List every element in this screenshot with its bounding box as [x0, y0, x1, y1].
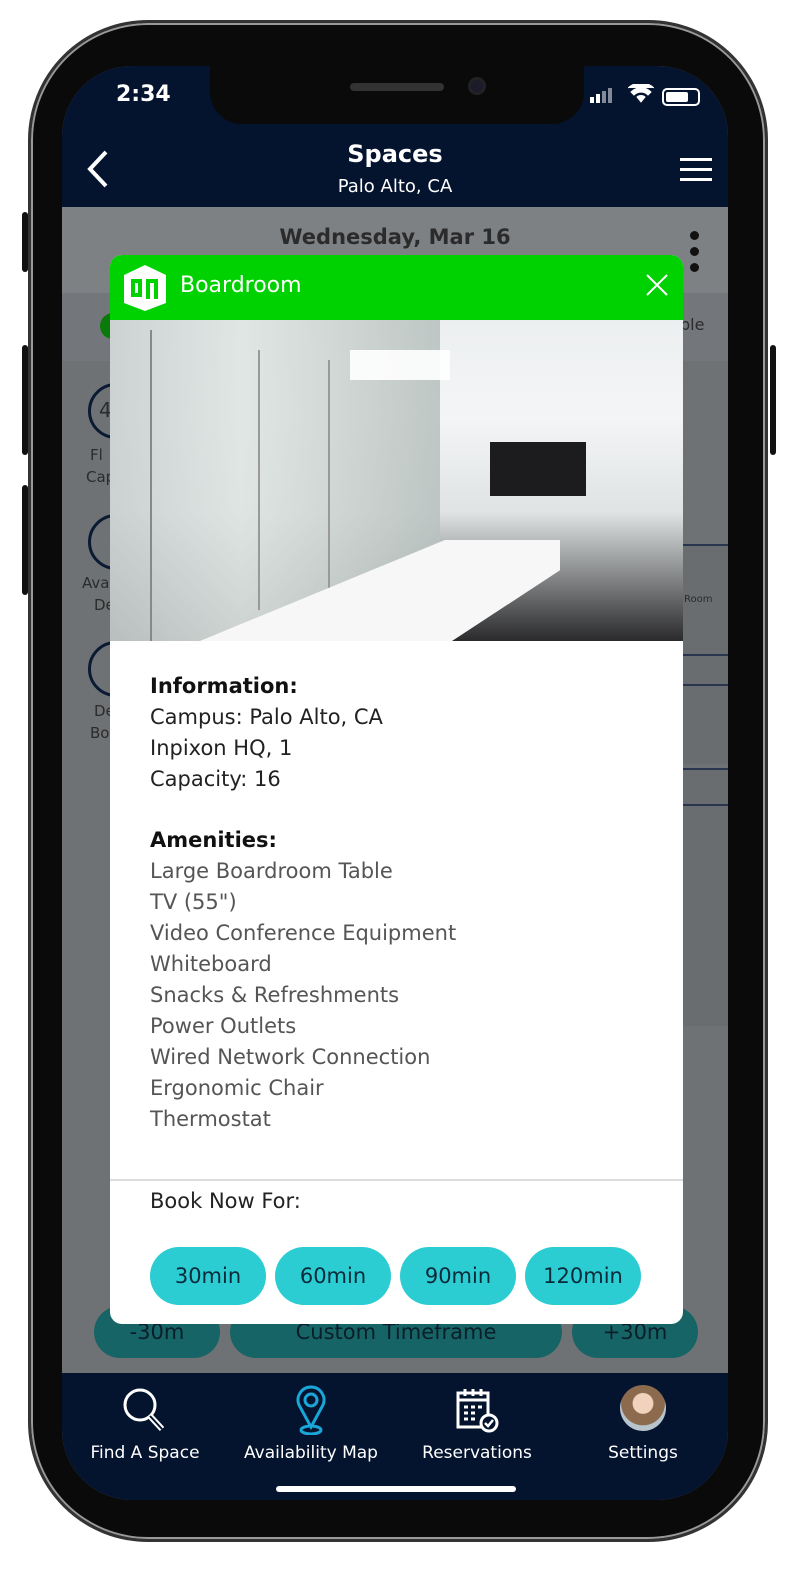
- notch: [210, 66, 584, 124]
- close-icon[interactable]: [645, 273, 669, 297]
- info-line: Capacity: 16: [150, 767, 281, 791]
- book-60min-button[interactable]: 60min: [275, 1247, 391, 1305]
- mute-switch: [22, 212, 28, 272]
- info-line: Campus: Palo Alto, CA: [150, 705, 383, 729]
- amenity-item: Wired Network Connection: [150, 1045, 431, 1069]
- amenity-item: Snacks & Refreshments: [150, 983, 400, 1007]
- inpixon-logo-icon: [124, 265, 166, 311]
- amenities-heading: Amenities:: [150, 828, 277, 852]
- modal-title: Boardroom: [180, 273, 302, 298]
- amenity-item: Large Boardroom Table: [150, 859, 393, 883]
- amenity-item: Thermostat: [150, 1107, 271, 1131]
- amenity-item: Ergonomic Chair: [150, 1076, 324, 1100]
- modal-body: Information: Campus: Palo Alto, CA Inpix…: [110, 641, 683, 1135]
- amenity-item: Video Conference Equipment: [150, 921, 457, 945]
- volume-up-button: [22, 345, 28, 455]
- book-90min-button[interactable]: 90min: [400, 1247, 516, 1305]
- book-120min-button[interactable]: 120min: [525, 1247, 641, 1305]
- space-detail-modal: Boardroom Information: Campus: Palo Alto…: [110, 255, 683, 1324]
- book-now-label: Book Now For:: [150, 1189, 301, 1213]
- power-button: [770, 345, 776, 455]
- info-line: Inpixon HQ, 1: [150, 736, 293, 760]
- book-30min-button[interactable]: 30min: [150, 1247, 266, 1305]
- modal-header: Boardroom: [110, 255, 683, 320]
- amenity-item: Power Outlets: [150, 1014, 297, 1038]
- camera: [468, 77, 486, 95]
- speaker: [350, 83, 444, 91]
- divider: [110, 1179, 683, 1181]
- room-photo: [110, 320, 683, 641]
- information-heading: Information:: [150, 674, 298, 698]
- volume-down-button: [22, 485, 28, 595]
- amenity-item: TV (55"): [150, 890, 237, 914]
- amenity-item: Whiteboard: [150, 952, 272, 976]
